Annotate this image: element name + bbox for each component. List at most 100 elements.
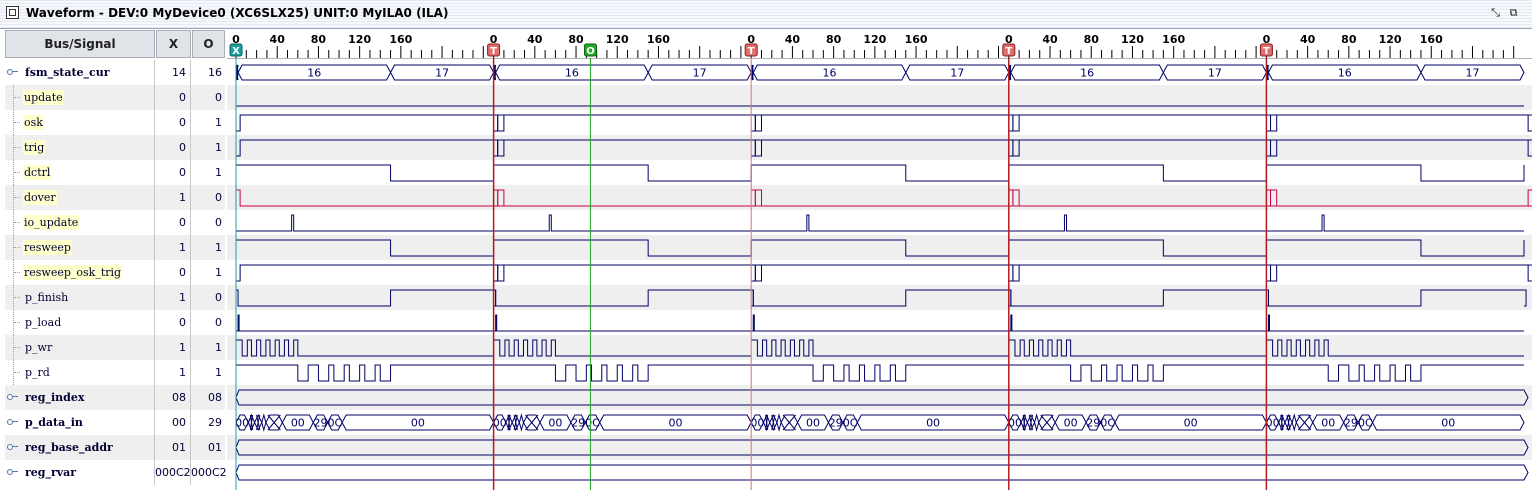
bus-value-label: 16 [1080, 67, 1094, 80]
tree-line-icon [13, 160, 20, 185]
bus-value-label: 00 [493, 417, 507, 430]
signal-name-cell[interactable]: p_load [5, 310, 155, 335]
column-header-x[interactable]: X [156, 30, 191, 58]
maximize-icon[interactable]: ⧉ [1506, 5, 1521, 20]
bus-value-label: 16 [823, 67, 837, 80]
x-cursor-value: 0 [155, 135, 191, 160]
signal-name-cell[interactable]: reg_index [5, 385, 155, 410]
o-cursor-value: 08 [208, 391, 222, 404]
bus-value-label: 17 [1208, 67, 1222, 80]
wave-trace [236, 214, 494, 232]
tree-line-icon [13, 335, 20, 360]
bus-value-label: 00 [1064, 417, 1078, 430]
waveform-window-icon [6, 6, 19, 19]
signal-row-reg-rvar[interactable]: reg_rvar 000C2 000C2 [5, 460, 227, 485]
column-header-o[interactable]: O [192, 30, 225, 58]
signal-row-update[interactable]: update 0 0 [5, 85, 225, 110]
bus-expand-icon[interactable] [7, 394, 18, 400]
o-cursor-value: 0 [215, 191, 222, 204]
signal-row-dover[interactable]: dover 1 0 [5, 185, 225, 210]
o-cursor-value: 0 [215, 91, 222, 104]
signal-row-trig[interactable]: trig 0 1 [5, 135, 225, 160]
x-cursor-value: 0 [155, 85, 191, 110]
waveform-area[interactable]: 0 40 80 120 160 0 40 80 120 160 0 40 80 120 160 0 40 80 12… [227, 30, 1532, 490]
signal-name-cell[interactable]: update [5, 85, 155, 110]
ruler-tick-label: 80 [311, 33, 327, 46]
ruler-tick-label: 40 [1300, 33, 1316, 46]
signal-name-cell[interactable]: p_wr [5, 335, 155, 360]
signal-row-p-wr[interactable]: p_wr 1 1 [5, 335, 225, 360]
bus-value-label: 29 [1344, 417, 1358, 430]
signal-name-cell[interactable]: p_data_in [5, 410, 155, 435]
bus-value-label: 16 [565, 67, 579, 80]
signal-row-reg-index[interactable]: reg_index 08 08 [5, 385, 225, 410]
signal-name-cell[interactable]: osk [5, 110, 155, 135]
o-cursor-label: O [586, 46, 595, 57]
signal-row-p-rd[interactable]: p_rd 1 1 [5, 360, 225, 385]
bus-expand-icon[interactable] [7, 469, 18, 475]
wave-trace [493, 314, 752, 332]
signal-label: dover [23, 190, 57, 205]
x-cursor-value: 0 [155, 110, 191, 135]
signal-row-resweep-osk-trig[interactable]: resweep_osk_trig 0 1 [5, 260, 225, 285]
signal-row-fsm-state-cur[interactable]: fsm_state_cur 14 16 [5, 60, 225, 85]
bus-value-label: 29 [829, 417, 843, 430]
ruler-tick-label: 120 [606, 33, 629, 46]
signal-name-cell[interactable]: dctrl [5, 160, 155, 185]
signal-name-cell[interactable]: fsm_state_cur [5, 60, 155, 85]
signal-name-cell[interactable]: p_rd [5, 360, 155, 385]
tree-line-icon [13, 235, 20, 260]
bus-value-label: 0C [843, 417, 858, 430]
signal-label: resweep [23, 240, 72, 255]
bus-value-label: 29 [571, 417, 585, 430]
bus-segment [1291, 413, 1297, 432]
x-cursor-value: 08 [155, 385, 191, 410]
signal-row-p-load[interactable]: p_load 0 0 [5, 310, 225, 335]
wave-trace [751, 164, 1010, 182]
o-cursor-value: 1 [215, 141, 222, 154]
o-cursor-value: 1 [215, 166, 222, 179]
column-header-bus-signal[interactable]: Bus/Signal [5, 30, 155, 58]
o-cursor-value: 0 [215, 291, 222, 304]
restore-icon[interactable]: ⤡ [1488, 5, 1503, 20]
tree-line-icon [13, 85, 20, 110]
trigger-label: T [490, 46, 497, 57]
signal-label: resweep_osk_trig [23, 265, 123, 280]
signal-row-resweep[interactable]: resweep 1 1 [5, 235, 225, 260]
wave-trace [1266, 164, 1525, 182]
wave-trace [1008, 214, 1267, 232]
signal-row-p-data-in[interactable]: p_data_in 00 29 [5, 410, 225, 435]
x-cursor-value: 0 [155, 260, 191, 285]
bus-expand-icon[interactable] [7, 444, 18, 450]
wave-trace [236, 114, 505, 132]
o-cursor-value: 0 [215, 316, 222, 329]
signal-name-cell[interactable]: dover [5, 185, 155, 210]
bus-value-label: 00 [750, 417, 764, 430]
o-cursor-value: 0 [215, 216, 222, 229]
waveform-canvas[interactable]: 0 40 80 120 160 0 40 80 120 160 0 40 80 120 160 0 40 80 12… [227, 30, 1532, 490]
x-cursor-value: 1 [155, 360, 191, 385]
signal-list: fsm_state_cur 14 16 update 0 0 osk 0 1 trig 0 1 dctr… [5, 60, 227, 485]
signal-name-cell[interactable]: resweep [5, 235, 155, 260]
signal-name-cell[interactable]: reg_rvar [5, 460, 155, 485]
tree-line-icon [13, 185, 20, 210]
bus-expand-icon[interactable] [7, 69, 18, 75]
signal-name-cell[interactable]: resweep_osk_trig [5, 260, 155, 285]
tree-line-icon [13, 135, 20, 160]
x-cursor-label: X [232, 46, 240, 57]
signal-row-p-finish[interactable]: p_finish 1 0 [5, 285, 225, 310]
ruler-tick-label: 40 [785, 33, 801, 46]
x-cursor-value: 0 [155, 310, 191, 335]
signal-name-cell[interactable]: io_update [5, 210, 155, 235]
signal-row-io-update[interactable]: io_update 0 0 [5, 210, 225, 235]
signal-name-cell[interactable]: trig [5, 135, 155, 160]
signal-row-dctrl[interactable]: dctrl 0 1 [5, 160, 225, 185]
signal-name-cell[interactable]: p_finish [5, 285, 155, 310]
wave-row-bg [227, 135, 1532, 160]
bus-value-label: 17 [1465, 67, 1479, 80]
bus-expand-icon[interactable] [7, 419, 18, 425]
signal-name-cell[interactable]: reg_base_addr [5, 435, 155, 460]
signal-row-reg-base-addr[interactable]: reg_base_addr 01 01 [5, 435, 225, 460]
signal-row-osk[interactable]: osk 0 1 [5, 110, 225, 135]
wave-trace [751, 264, 1020, 282]
